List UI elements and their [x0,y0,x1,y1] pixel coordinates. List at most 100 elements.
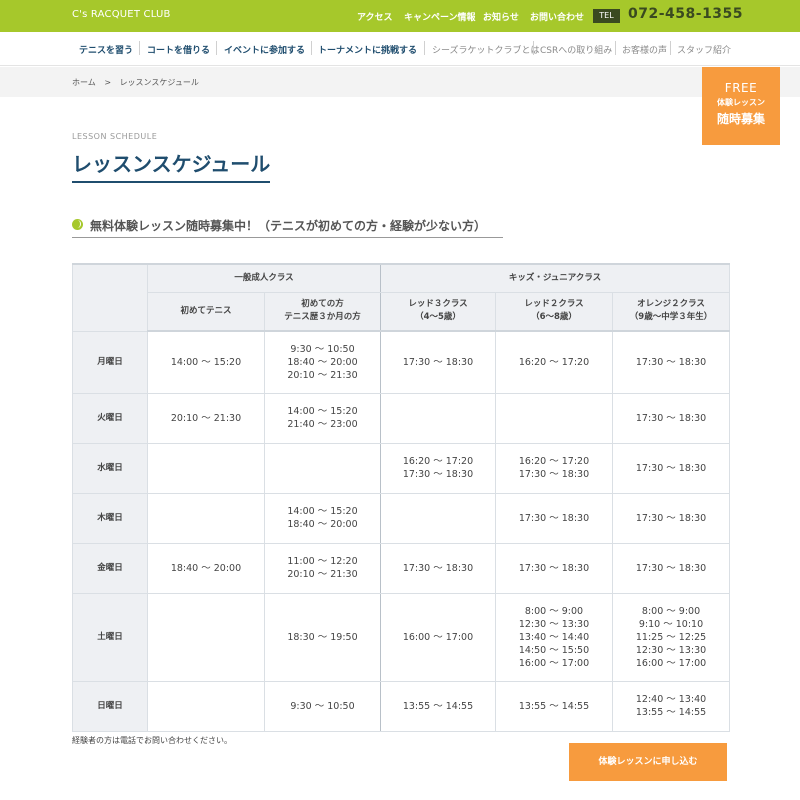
column-header: 初めての方 テニス歴３か月の方 [264,291,381,332]
time-slot: 16:20 〜 17:20 [402,456,474,467]
group-header-kids: キッズ・ジュニアクラス [379,263,731,293]
time-slot: 9:30 〜 10:50 [290,700,355,712]
schedule-cell [147,442,265,494]
schedule-cell: 17:30 〜 18:30 [495,492,613,544]
day-label: 金曜日 [72,542,148,594]
time-slot: 12:30 〜 13:30 [518,618,590,630]
day-label: 水曜日 [72,442,148,494]
apply-trial-button[interactable]: 体験レッスンに申し込む [569,743,727,781]
tel-number-link[interactable]: 072-458-1355 [628,6,743,22]
schedule-cell: 9:30 〜 10:50 18:40 〜 20:00 20:10 〜 21:30 [264,330,381,394]
top-bar: C's RACQUET CLUB アクセス キャンペーン情報 お知らせ お問い合… [0,0,800,32]
topnav-access[interactable]: アクセス [357,10,393,23]
nav-staff[interactable]: スタッフ紹介 [677,43,731,56]
time-slot: 14:00 〜 15:20 [287,506,358,517]
time-slot: 14:00 〜 15:20 [170,356,242,368]
table-row: 水曜日 16:20 〜 17:20 17:30 〜 18:30 16:20 〜 17:… [72,442,731,494]
day-label: 日曜日 [72,680,148,732]
column-header-line: 初めてテニス [180,305,232,316]
schedule-cell [495,392,613,444]
experienced-note: 経験者の方は電話でお問い合わせください。 [72,736,232,745]
nav-tournament[interactable]: トーナメントに挑戦する [318,43,417,56]
page-title: レッスンスケジュール [72,148,271,183]
schedule-cell: 16:00 〜 17:00 [380,592,496,682]
schedule-cell: 14:00 〜 15:20 [147,330,265,394]
group-header-adult: 一般成人クラス [147,263,381,293]
breadcrumb-home[interactable]: ホーム [72,78,96,87]
time-slot: 17:30 〜 18:30 [635,562,707,574]
schedule-cell: 17:30 〜 18:30 [611,392,731,444]
nav-divider [311,41,312,55]
time-slot: 8:00 〜 9:00 [524,605,584,617]
time-slot: 16:00 〜 17:00 [635,657,707,669]
column-header: レッド３クラス （4〜5歳） [380,291,496,332]
free-trial-badge[interactable]: FREE 体験レッスン 随時募集 [702,67,780,145]
schedule-cell: 16:20 〜 17:20 [495,330,613,394]
day-label: 木曜日 [72,492,148,544]
time-slot: 17:30 〜 18:30 [635,462,707,474]
time-slot: 18:40 〜 20:00 [287,356,358,368]
schedule-cell: 9:30 〜 10:50 [264,680,381,732]
column-header: オレンジ２クラス （9歳〜中学３年生） [611,291,731,332]
tel-label: TEL [593,9,620,23]
schedule-cell: 17:30 〜 18:30 [611,442,731,494]
schedule-cell [380,392,496,444]
schedule-cell: 8:00 〜 9:00 9:10 〜 10:10 11:25 〜 12:25 12:3… [611,592,731,682]
nav-csr[interactable]: CSRへの取り組み [540,43,612,56]
breadcrumb-separator: > [104,78,112,87]
column-header-line: （4〜5歳） [415,312,461,323]
schedule-cell: 12:40 〜 13:40 13:55 〜 14:55 [611,680,731,732]
nav-join-event[interactable]: イベントに参加する [224,43,305,56]
table-row: 火曜日 20:10 〜 21:30 14:00 〜 15:20 21:40 〜 23:… [72,392,731,444]
schedule-cell: 14:00 〜 15:20 18:40 〜 20:00 [264,492,381,544]
time-slot: 17:30 〜 18:30 [402,469,474,480]
time-slot: 20:10 〜 21:30 [287,369,358,381]
section-en-title: LESSON SCHEDULE [72,132,158,141]
time-slot: 17:30 〜 18:30 [518,562,590,574]
day-label: 土曜日 [72,592,148,682]
nav-divider [533,41,534,55]
time-slot: 11:00 〜 12:20 [287,556,358,567]
table-row: 月曜日 14:00 〜 15:20 9:30 〜 10:50 18:40 〜 20:0… [72,330,731,394]
time-slot: 18:40 〜 20:00 [170,562,242,574]
nav-divider [216,41,217,55]
time-slot: 14:50 〜 15:50 [518,644,590,656]
schedule-cell [380,492,496,544]
nav-divider [670,41,671,55]
schedule-cell: 17:30 〜 18:30 [611,492,731,544]
time-slot: 17:30 〜 18:30 [518,512,590,524]
table-row: 土曜日 18:30 〜 19:50 16:00 〜 17:00 8:00 〜 9:00… [72,592,731,682]
schedule-cell: 8:00 〜 9:00 12:30 〜 13:30 13:40 〜 14:40 14:… [495,592,613,682]
nav-testimonials[interactable]: お客様の声 [622,43,667,56]
schedule-cell: 17:30 〜 18:30 [611,542,731,594]
column-header-line: テニス歴３か月の方 [284,312,361,323]
time-slot: 16:20 〜 17:20 [518,456,590,467]
time-slot: 16:20 〜 17:20 [518,356,590,368]
topnav-campaign[interactable]: キャンペーン情報 [404,10,476,23]
time-slot: 17:30 〜 18:30 [635,356,707,368]
site-logo[interactable]: C's RACQUET CLUB [72,9,171,20]
nav-learn-tennis[interactable]: テニスを習う [79,43,133,56]
column-header: 初めてテニス [147,291,265,332]
topnav-news[interactable]: お知らせ [483,10,519,23]
time-slot: 17:30 〜 18:30 [402,356,474,368]
schedule-cell: 20:10 〜 21:30 [147,392,265,444]
subheading: 無料体験レッスン随時募集中！（テニスが初めての方・経験が少ない方） [72,212,503,238]
schedule-cell: 11:00 〜 12:20 20:10 〜 21:30 [264,542,381,594]
free-badge-label: 随時募集 [716,112,765,126]
time-slot: 11:25 〜 12:25 [635,631,707,643]
nav-rent-court[interactable]: コートを借りる [147,43,210,56]
day-label: 火曜日 [72,392,148,444]
tennis-ball-icon [72,219,83,230]
time-slot: 9:10 〜 10:10 [638,618,704,630]
topnav-contact[interactable]: お問い合わせ [530,10,584,23]
time-slot: 17:30 〜 18:30 [635,412,707,424]
nav-about-club[interactable]: シーズラケットクラブとは [432,43,540,56]
schedule-cell [147,680,265,732]
schedule-cell: 17:30 〜 18:30 [495,542,613,594]
schedule-cell: 13:55 〜 14:55 [380,680,496,732]
time-slot: 21:40 〜 23:00 [287,419,358,430]
table-row: 金曜日 18:40 〜 20:00 11:00 〜 12:20 20:10 〜 21:… [72,542,731,594]
schedule-cell [147,492,265,544]
breadcrumb-current: レッスンスケジュール [119,78,199,87]
